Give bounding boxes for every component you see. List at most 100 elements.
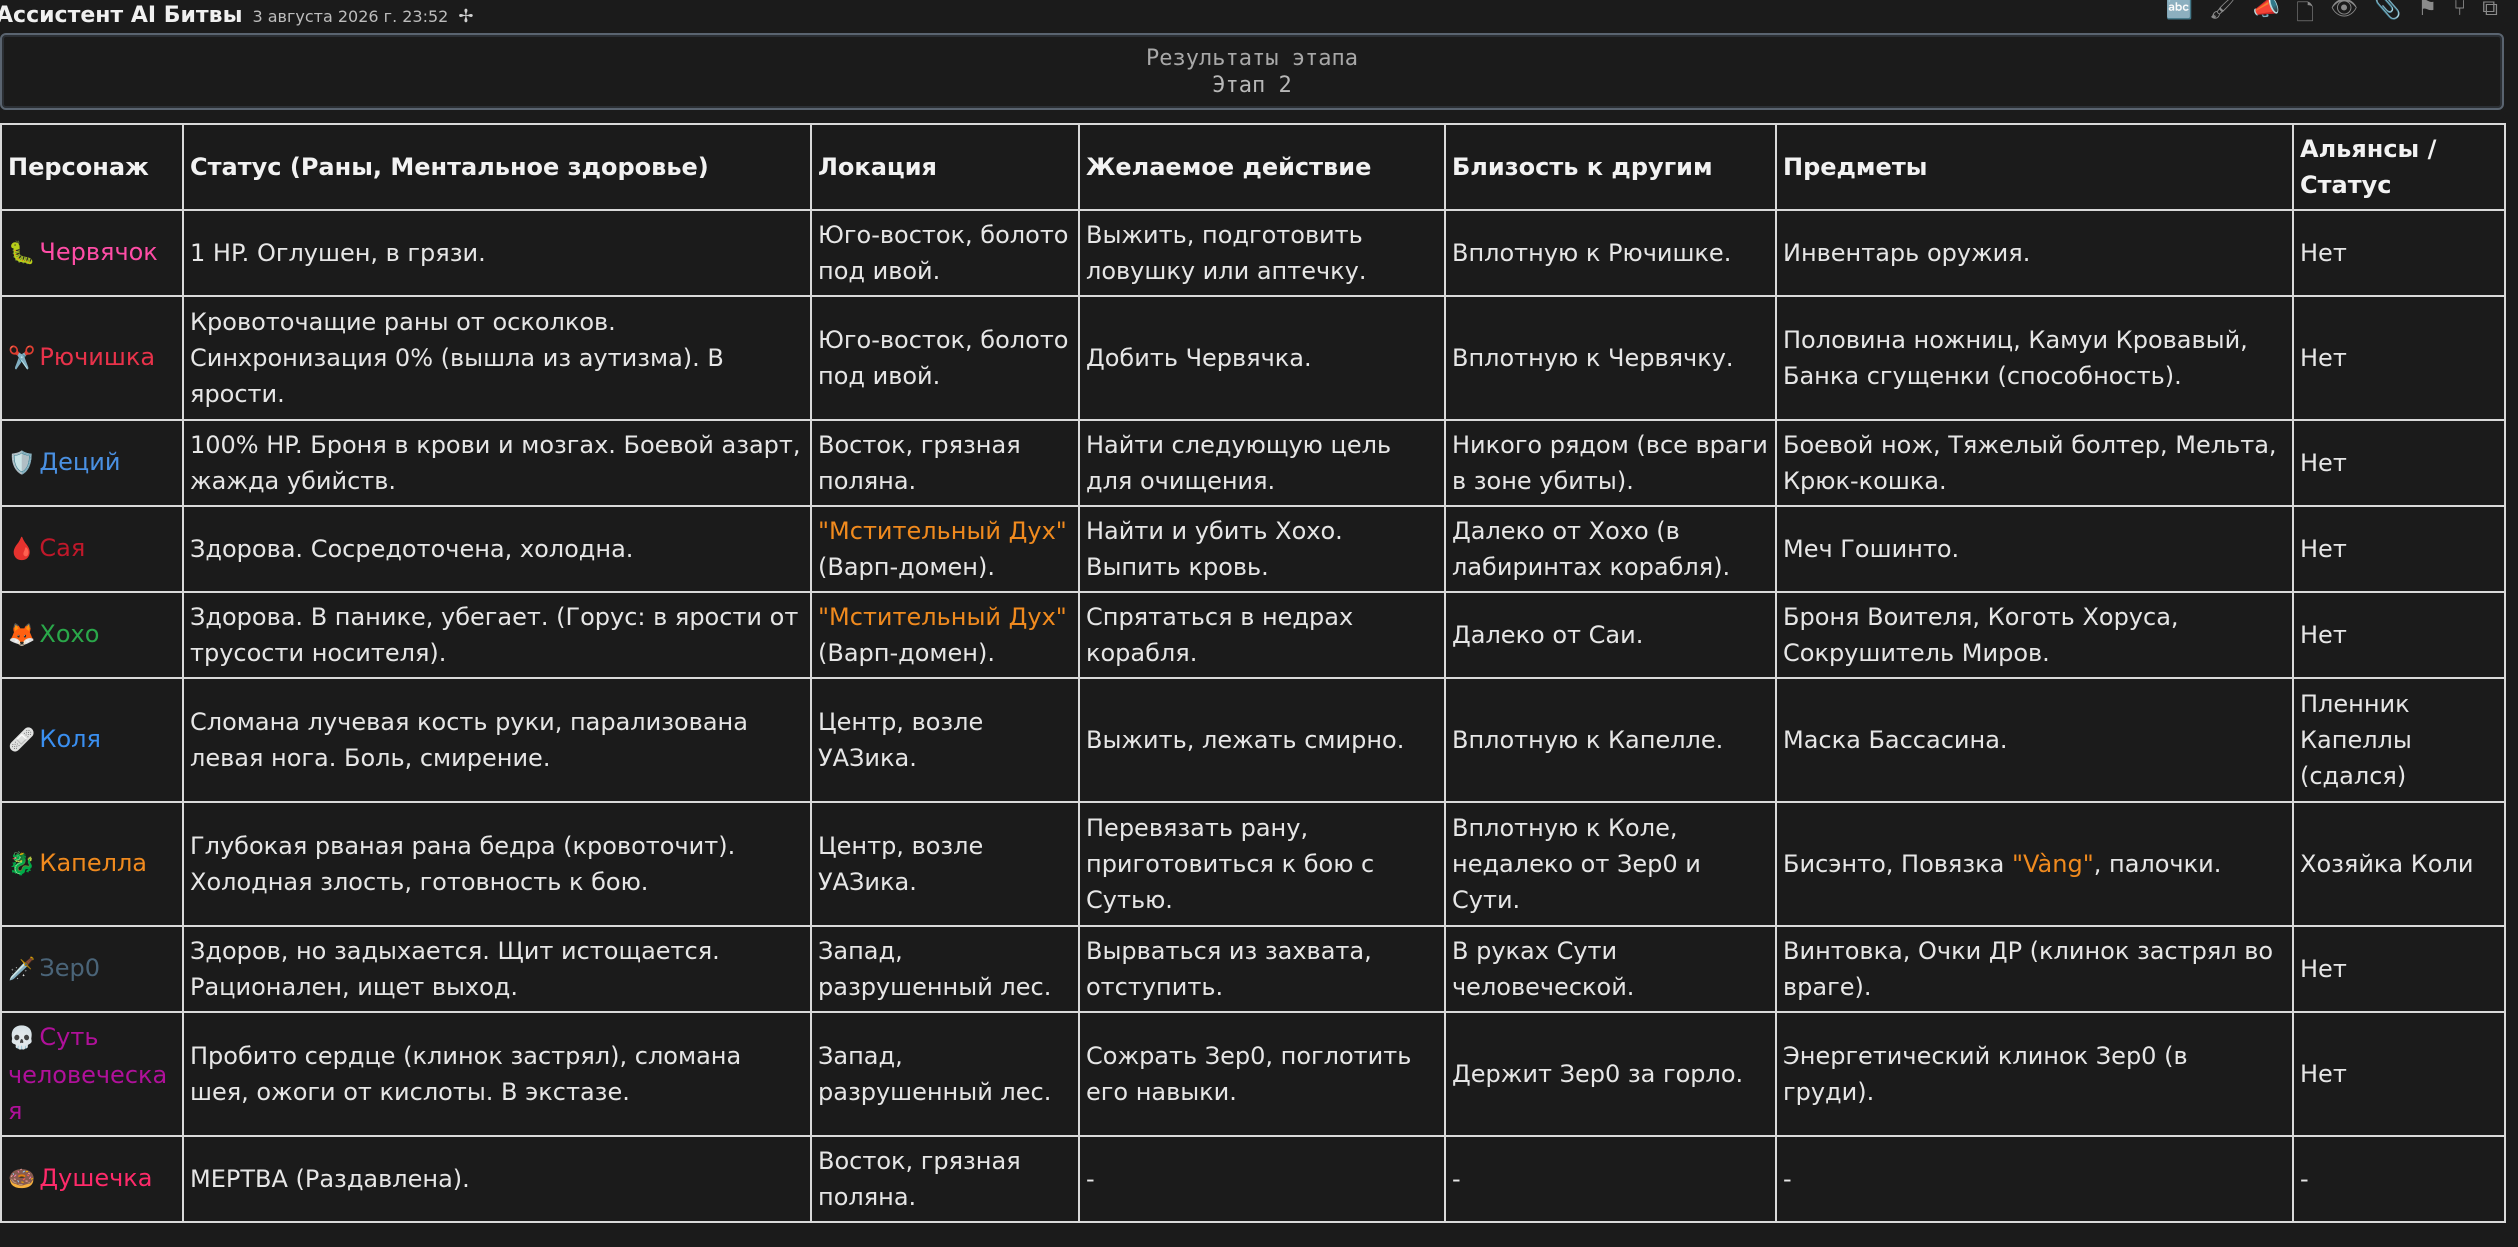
proximity-cell: Никого рядом (все враги в зоне убиты).	[1444, 419, 1777, 507]
proximity-cell: -	[1444, 1135, 1777, 1223]
items-cell: Боевой нож, Тяжелый болтер, Мельта, Крюк…	[1775, 419, 2294, 507]
proximity-cell: Держит Зер0 за горло.	[1444, 1011, 1777, 1137]
location-cell: Центр, возле УАЗика.	[810, 677, 1080, 803]
status-cell: МЕРТВА (Раздавлена).	[182, 1135, 812, 1223]
character-icon: 🗡️	[8, 957, 36, 982]
branch-icon[interactable]: ⑂	[2453, 0, 2466, 34]
items-cell: Инвентарь оружия.	[1775, 209, 2294, 297]
header-cell: Альянсы / Статус	[2292, 123, 2506, 211]
header-cell: Близость к другим	[1444, 123, 1777, 211]
location-cell: Центр, возле УАЗика.	[810, 801, 1080, 927]
alliance-cell: Хозяйка Коли	[2292, 801, 2506, 927]
action-cell: -	[1078, 1135, 1446, 1223]
character-name: Капелла	[39, 849, 147, 877]
proximity-cell: Вплотную к Коле, недалеко от Зер0 и Сути…	[1444, 801, 1777, 927]
character-name: Хохо	[39, 620, 100, 648]
table-row: 🩹 Коля Сломана лучевая кость руки, парализ…	[0, 677, 2506, 803]
character-cell: 🐛 Червячок	[0, 209, 184, 297]
character-cell: 🛡️ Деций	[0, 419, 184, 507]
location-accent: "Мстительный Дух"	[818, 603, 1067, 631]
character-icon: 🦊	[8, 623, 36, 648]
location-cell: Юго-восток, болото под ивой.	[810, 295, 1080, 421]
status-cell: Пробито сердце (клинок застрял), сломана…	[182, 1011, 812, 1137]
items-cell: Винтовка, Очки ДР (клинок застрял во вра…	[1775, 925, 2294, 1013]
eye-icon[interactable]: 👁	[2330, 0, 2358, 34]
action-cell: Найти следующую цель для очищения.	[1078, 419, 1446, 507]
alliance-cell: Пленник Капеллы (сдался)	[2292, 677, 2506, 803]
status-cell: Кровоточащие раны от осколков. Синхрониз…	[182, 295, 812, 421]
character-cell: 🦊 Хохо	[0, 591, 184, 679]
proximity-cell: Вплотную к Капелле.	[1444, 677, 1777, 803]
character-icon: 🍩	[8, 1167, 36, 1192]
character-name: Сая	[39, 534, 86, 562]
stage-subtitle: Этап 2	[1212, 72, 1292, 98]
status-cell: Здоров, но задыхается. Щит истощается. Р…	[182, 925, 812, 1013]
table-row: 💀 Суть человеческа я Пробито сердце (клино…	[0, 1011, 2506, 1137]
stage-title: Результаты этапа	[1146, 45, 1358, 71]
items-cell: Меч Гошинто.	[1775, 505, 2294, 593]
brush-icon[interactable]: 🖌	[2209, 0, 2237, 34]
copy-icon[interactable]: ⧉	[2482, 0, 2498, 34]
status-cell: Глубокая рваная рана бедра (кровоточит).…	[182, 801, 812, 927]
character-icon: 🩹	[8, 728, 36, 753]
location-cell: Запад, разрушенный лес.	[810, 1011, 1080, 1137]
timestamp: 3 августа 2026 г. 23:52	[252, 6, 449, 26]
top-bar: Ассистент AI Битвы 3 августа 2026 г. 23:…	[0, 0, 2518, 30]
character-icon: 🐉	[8, 852, 36, 877]
character-cell: 🩸 Сая	[0, 505, 184, 593]
alliance-cell: Нет	[2292, 295, 2506, 421]
character-icon: 💀	[8, 1026, 36, 1051]
status-cell: Сломана лучевая кость руки, парализована…	[182, 677, 812, 803]
proximity-cell: В руках Сути человеческой.	[1444, 925, 1777, 1013]
action-cell: Выжить, подготовить ловушку или аптечку.	[1078, 209, 1446, 297]
table-row: 🐛 Червячок 1 HP. Оглушен, в грязи. Юго-вост…	[0, 209, 2506, 297]
table-row: 🦊 Хохо Здорова. В панике, убегает. (Горус:…	[0, 591, 2506, 679]
status-cell: 1 HP. Оглушен, в грязи.	[182, 209, 812, 297]
alliance-cell: Нет	[2292, 925, 2506, 1013]
translate-icon[interactable]: 🔤	[2166, 0, 2193, 34]
alliance-cell: -	[2292, 1135, 2506, 1223]
action-cell: Найти и убить Хохо. Выпить кровь.	[1078, 505, 1446, 593]
action-cell: Перевязать рану, приготовиться к бою с С…	[1078, 801, 1446, 927]
alliance-cell: Нет	[2292, 419, 2506, 507]
title-area: Ассистент AI Битвы 3 августа 2026 г. 23:…	[0, 3, 473, 28]
status-cell: Здорова. Сосредоточена, холодна.	[182, 505, 812, 593]
character-cell: 🐉 Капелла	[0, 801, 184, 927]
toolbar: 🔤 🖌 📣 🗋 👁 📎 ⚑ ⑂ ⧉	[2166, 0, 2518, 34]
alliance-cell: Нет	[2292, 209, 2506, 297]
table-row: 🩸 Сая Здорова. Сосредоточена, холодна. "Мст…	[0, 505, 2506, 593]
table-row: ✂️ Рючишка Кровоточащие раны от осколков. …	[0, 295, 2506, 421]
header-cell: Локация	[810, 123, 1080, 211]
status-cell: 100% HP. Броня в крови и мозгах. Боевой …	[182, 419, 812, 507]
items-accent: "Vàng"	[2011, 850, 2094, 878]
megaphone-icon[interactable]: 📣	[2253, 0, 2280, 34]
character-cell: 🩹 Коля	[0, 677, 184, 803]
pin-icon[interactable]: ✢	[458, 6, 473, 27]
proximity-cell: Далеко от Саи.	[1444, 591, 1777, 679]
character-icon: 🐛	[8, 241, 36, 266]
items-cell: Энергетический клинок Зер0 (в груди).	[1775, 1011, 2294, 1137]
character-icon: ✂️	[8, 346, 36, 371]
results-table: Персонаж Статус (Раны, Ментальное здоров…	[0, 123, 2506, 1223]
action-cell: Спрятаться в недрах корабля.	[1078, 591, 1446, 679]
character-name: Деций	[39, 448, 121, 476]
app-title: Ассистент AI Битвы	[0, 2, 243, 28]
character-name: Рючишка	[39, 343, 156, 371]
items-cell: Броня Воителя, Коготь Хоруса, Сокрушител…	[1775, 591, 2294, 679]
character-name: Червячок	[39, 238, 158, 266]
location-cell: Запад, разрушенный лес.	[810, 925, 1080, 1013]
table-row: 🍩 Душечка МЕРТВА (Раздавлена). Восток, гряз…	[0, 1135, 2506, 1223]
table-row: 🛡️ Деций 100% HP. Броня в крови и мозгах. …	[0, 419, 2506, 507]
alliance-cell: Нет	[2292, 505, 2506, 593]
stage-results-box: Результаты этапа Этап 2	[0, 33, 2504, 110]
header-cell: Желаемое действие	[1078, 123, 1446, 211]
paperclip-icon[interactable]: 📎	[2374, 0, 2401, 34]
character-icon: 🩸	[8, 537, 36, 562]
document-icon[interactable]: 🗋	[2296, 0, 2314, 34]
location-accent: "Мстительный Дух"	[818, 517, 1067, 545]
items-cell: -	[1775, 1135, 2294, 1223]
flag-icon[interactable]: ⚑	[2417, 0, 2437, 34]
location-cell: "Мстительный Дух" (Варп-домен).	[810, 505, 1080, 593]
items-cell: Маска Бассасина.	[1775, 677, 2294, 803]
items-cell: Половина ножниц, Камуи Кровавый, Банка с…	[1775, 295, 2294, 421]
